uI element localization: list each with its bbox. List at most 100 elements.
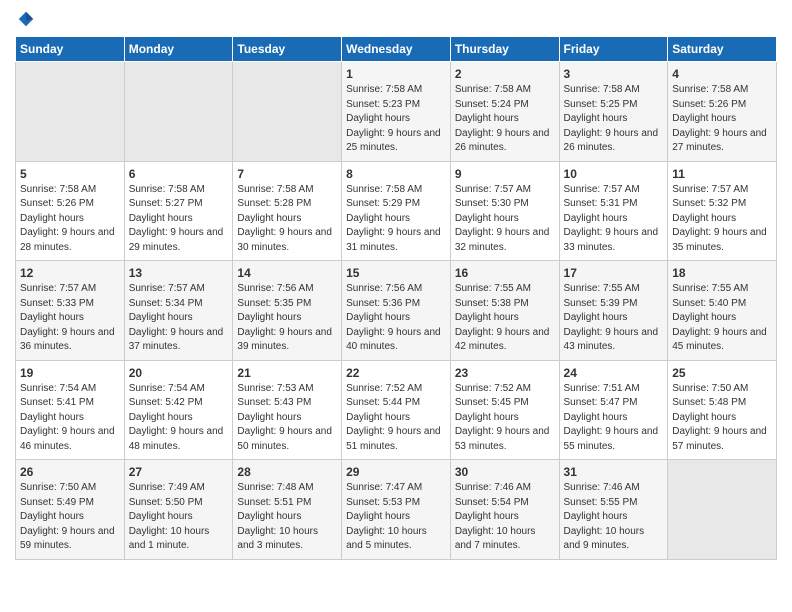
day-cell: 28 Sunrise: 7:48 AMSunset: 5:51 PMDaylig…: [233, 460, 342, 560]
day-info: Sunrise: 7:54 AMSunset: 5:42 PMDaylight …: [129, 382, 229, 455]
day-cell: 12 Sunrise: 7:57 AMSunset: 5:33 PMDaylig…: [16, 261, 125, 361]
day-info: Sunrise: 7:58 AMSunset: 5:26 PMDaylight …: [672, 83, 772, 156]
day-cell: 4 Sunrise: 7:58 AMSunset: 5:26 PMDayligh…: [668, 62, 777, 162]
day-cell: 17 Sunrise: 7:55 AMSunset: 5:39 PMDaylig…: [559, 261, 668, 361]
day-cell: 7 Sunrise: 7:58 AMSunset: 5:28 PMDayligh…: [233, 161, 342, 261]
day-info: Sunrise: 7:50 AMSunset: 5:49 PMDaylight …: [20, 481, 120, 554]
day-info: Sunrise: 7:52 AMSunset: 5:44 PMDaylight …: [346, 382, 446, 455]
week-row-1: 1 Sunrise: 7:58 AMSunset: 5:23 PMDayligh…: [16, 62, 777, 162]
day-number: 6: [129, 167, 229, 181]
day-cell: 5 Sunrise: 7:58 AMSunset: 5:26 PMDayligh…: [16, 161, 125, 261]
day-number: 14: [237, 266, 337, 280]
calendar-page: SundayMondayTuesdayWednesdayThursdayFrid…: [0, 0, 792, 575]
day-number: 21: [237, 366, 337, 380]
day-number: 25: [672, 366, 772, 380]
day-info: Sunrise: 7:52 AMSunset: 5:45 PMDaylight …: [455, 382, 555, 455]
weekday-header-thursday: Thursday: [450, 37, 559, 62]
day-number: 28: [237, 465, 337, 479]
weekday-header-friday: Friday: [559, 37, 668, 62]
day-cell: 13 Sunrise: 7:57 AMSunset: 5:34 PMDaylig…: [124, 261, 233, 361]
day-cell: 27 Sunrise: 7:49 AMSunset: 5:50 PMDaylig…: [124, 460, 233, 560]
day-number: 17: [564, 266, 664, 280]
day-number: 24: [564, 366, 664, 380]
day-info: Sunrise: 7:57 AMSunset: 5:33 PMDaylight …: [20, 282, 120, 355]
day-cell: [668, 460, 777, 560]
day-info: Sunrise: 7:55 AMSunset: 5:38 PMDaylight …: [455, 282, 555, 355]
day-cell: 9 Sunrise: 7:57 AMSunset: 5:30 PMDayligh…: [450, 161, 559, 261]
weekday-header-wednesday: Wednesday: [342, 37, 451, 62]
day-number: 4: [672, 67, 772, 81]
day-info: Sunrise: 7:56 AMSunset: 5:36 PMDaylight …: [346, 282, 446, 355]
day-cell: 20 Sunrise: 7:54 AMSunset: 5:42 PMDaylig…: [124, 360, 233, 460]
calendar-table: SundayMondayTuesdayWednesdayThursdayFrid…: [15, 36, 777, 560]
header: [15, 10, 777, 28]
logo-icon: [17, 10, 35, 28]
day-cell: [16, 62, 125, 162]
day-cell: 3 Sunrise: 7:58 AMSunset: 5:25 PMDayligh…: [559, 62, 668, 162]
day-number: 22: [346, 366, 446, 380]
day-info: Sunrise: 7:50 AMSunset: 5:48 PMDaylight …: [672, 382, 772, 455]
day-number: 8: [346, 167, 446, 181]
day-info: Sunrise: 7:46 AMSunset: 5:55 PMDaylight …: [564, 481, 664, 554]
day-cell: 29 Sunrise: 7:47 AMSunset: 5:53 PMDaylig…: [342, 460, 451, 560]
day-info: Sunrise: 7:48 AMSunset: 5:51 PMDaylight …: [237, 481, 337, 554]
day-cell: 21 Sunrise: 7:53 AMSunset: 5:43 PMDaylig…: [233, 360, 342, 460]
day-number: 3: [564, 67, 664, 81]
day-info: Sunrise: 7:57 AMSunset: 5:34 PMDaylight …: [129, 282, 229, 355]
day-info: Sunrise: 7:58 AMSunset: 5:25 PMDaylight …: [564, 83, 664, 156]
day-info: Sunrise: 7:53 AMSunset: 5:43 PMDaylight …: [237, 382, 337, 455]
day-info: Sunrise: 7:56 AMSunset: 5:35 PMDaylight …: [237, 282, 337, 355]
day-number: 13: [129, 266, 229, 280]
day-number: 2: [455, 67, 555, 81]
day-number: 5: [20, 167, 120, 181]
day-cell: 1 Sunrise: 7:58 AMSunset: 5:23 PMDayligh…: [342, 62, 451, 162]
day-number: 9: [455, 167, 555, 181]
day-info: Sunrise: 7:57 AMSunset: 5:31 PMDaylight …: [564, 183, 664, 256]
day-cell: 26 Sunrise: 7:50 AMSunset: 5:49 PMDaylig…: [16, 460, 125, 560]
day-cell: 18 Sunrise: 7:55 AMSunset: 5:40 PMDaylig…: [668, 261, 777, 361]
weekday-header-row: SundayMondayTuesdayWednesdayThursdayFrid…: [16, 37, 777, 62]
day-info: Sunrise: 7:46 AMSunset: 5:54 PMDaylight …: [455, 481, 555, 554]
day-cell: 22 Sunrise: 7:52 AMSunset: 5:44 PMDaylig…: [342, 360, 451, 460]
day-cell: 23 Sunrise: 7:52 AMSunset: 5:45 PMDaylig…: [450, 360, 559, 460]
day-number: 12: [20, 266, 120, 280]
day-number: 10: [564, 167, 664, 181]
day-cell: 19 Sunrise: 7:54 AMSunset: 5:41 PMDaylig…: [16, 360, 125, 460]
day-cell: 6 Sunrise: 7:58 AMSunset: 5:27 PMDayligh…: [124, 161, 233, 261]
day-cell: [233, 62, 342, 162]
day-number: 31: [564, 465, 664, 479]
day-cell: 14 Sunrise: 7:56 AMSunset: 5:35 PMDaylig…: [233, 261, 342, 361]
day-cell: 16 Sunrise: 7:55 AMSunset: 5:38 PMDaylig…: [450, 261, 559, 361]
day-info: Sunrise: 7:51 AMSunset: 5:47 PMDaylight …: [564, 382, 664, 455]
weekday-header-sunday: Sunday: [16, 37, 125, 62]
day-info: Sunrise: 7:58 AMSunset: 5:29 PMDaylight …: [346, 183, 446, 256]
day-info: Sunrise: 7:58 AMSunset: 5:23 PMDaylight …: [346, 83, 446, 156]
day-cell: 15 Sunrise: 7:56 AMSunset: 5:36 PMDaylig…: [342, 261, 451, 361]
day-info: Sunrise: 7:54 AMSunset: 5:41 PMDaylight …: [20, 382, 120, 455]
day-number: 26: [20, 465, 120, 479]
day-number: 30: [455, 465, 555, 479]
day-info: Sunrise: 7:55 AMSunset: 5:40 PMDaylight …: [672, 282, 772, 355]
day-cell: [124, 62, 233, 162]
day-info: Sunrise: 7:55 AMSunset: 5:39 PMDaylight …: [564, 282, 664, 355]
week-row-5: 26 Sunrise: 7:50 AMSunset: 5:49 PMDaylig…: [16, 460, 777, 560]
day-number: 27: [129, 465, 229, 479]
weekday-header-monday: Monday: [124, 37, 233, 62]
day-info: Sunrise: 7:58 AMSunset: 5:24 PMDaylight …: [455, 83, 555, 156]
day-cell: 30 Sunrise: 7:46 AMSunset: 5:54 PMDaylig…: [450, 460, 559, 560]
day-number: 16: [455, 266, 555, 280]
day-number: 15: [346, 266, 446, 280]
day-info: Sunrise: 7:49 AMSunset: 5:50 PMDaylight …: [129, 481, 229, 554]
day-cell: 2 Sunrise: 7:58 AMSunset: 5:24 PMDayligh…: [450, 62, 559, 162]
day-info: Sunrise: 7:58 AMSunset: 5:27 PMDaylight …: [129, 183, 229, 256]
day-cell: 25 Sunrise: 7:50 AMSunset: 5:48 PMDaylig…: [668, 360, 777, 460]
day-number: 23: [455, 366, 555, 380]
day-info: Sunrise: 7:58 AMSunset: 5:26 PMDaylight …: [20, 183, 120, 256]
day-info: Sunrise: 7:57 AMSunset: 5:30 PMDaylight …: [455, 183, 555, 256]
day-number: 11: [672, 167, 772, 181]
day-number: 29: [346, 465, 446, 479]
day-cell: 31 Sunrise: 7:46 AMSunset: 5:55 PMDaylig…: [559, 460, 668, 560]
day-info: Sunrise: 7:58 AMSunset: 5:28 PMDaylight …: [237, 183, 337, 256]
weekday-header-tuesday: Tuesday: [233, 37, 342, 62]
day-number: 19: [20, 366, 120, 380]
